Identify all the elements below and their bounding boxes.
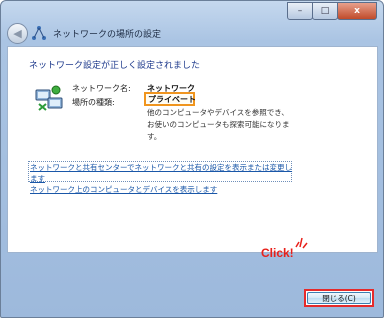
maximize-button[interactable]: □ bbox=[312, 2, 338, 20]
window-title: ネットワークの場所の設定 bbox=[53, 30, 162, 40]
close-button[interactable]: 閉じる(C) bbox=[307, 292, 371, 304]
content-panel: ネットワーク設定が正しく設定されました ネットワーク名: ネットワーク 場所の種… bbox=[7, 46, 378, 253]
dialog-window: – □ x ◀ ネットワークの場所の設定 ネットワーク設定が正しく設定されました… bbox=[0, 0, 384, 318]
location-type-label: 場所の種類: bbox=[72, 98, 115, 107]
location-description: 他のコンピュータやデバイスを参照でき、 お使いのコンピュータも探索可能になりま … bbox=[147, 107, 297, 143]
description-line-3: す。 bbox=[147, 132, 162, 141]
title-bar: – □ x ◀ ネットワークの場所の設定 bbox=[1, 1, 383, 45]
click-burst-icon bbox=[295, 237, 308, 249]
description-line-2: お使いのコンピュータも探索可能になりま bbox=[147, 120, 290, 129]
network-icon bbox=[32, 26, 46, 40]
sharing-center-link-line-1[interactable]: ネットワークと共有センターでネットワークと共有の設定を表示または変更し bbox=[30, 162, 292, 173]
success-heading: ネットワーク設定が正しく設定されました bbox=[29, 61, 201, 71]
window-controls: – □ x bbox=[287, 2, 377, 20]
sharing-center-link-line-2[interactable]: ます bbox=[30, 173, 292, 184]
sharing-center-link[interactable]: ネットワークと共有センターでネットワークと共有の設定を表示または変更し ます bbox=[30, 162, 292, 184]
network-computers-icon bbox=[35, 85, 63, 111]
location-type-value: プライベート bbox=[148, 95, 196, 104]
minimize-button[interactable]: – bbox=[287, 2, 313, 20]
back-button[interactable]: ◀ bbox=[7, 23, 28, 44]
click-annotation: Click! bbox=[261, 246, 294, 260]
view-computers-link[interactable]: ネットワーク上のコンピュータとデバイスを表示します bbox=[30, 184, 217, 195]
description-line-1: 他のコンピュータやデバイスを参照でき、 bbox=[147, 108, 289, 117]
network-name-label: ネットワーク名: bbox=[72, 84, 131, 93]
close-window-button[interactable]: x bbox=[337, 2, 377, 20]
back-arrow-icon: ◀ bbox=[13, 27, 22, 40]
